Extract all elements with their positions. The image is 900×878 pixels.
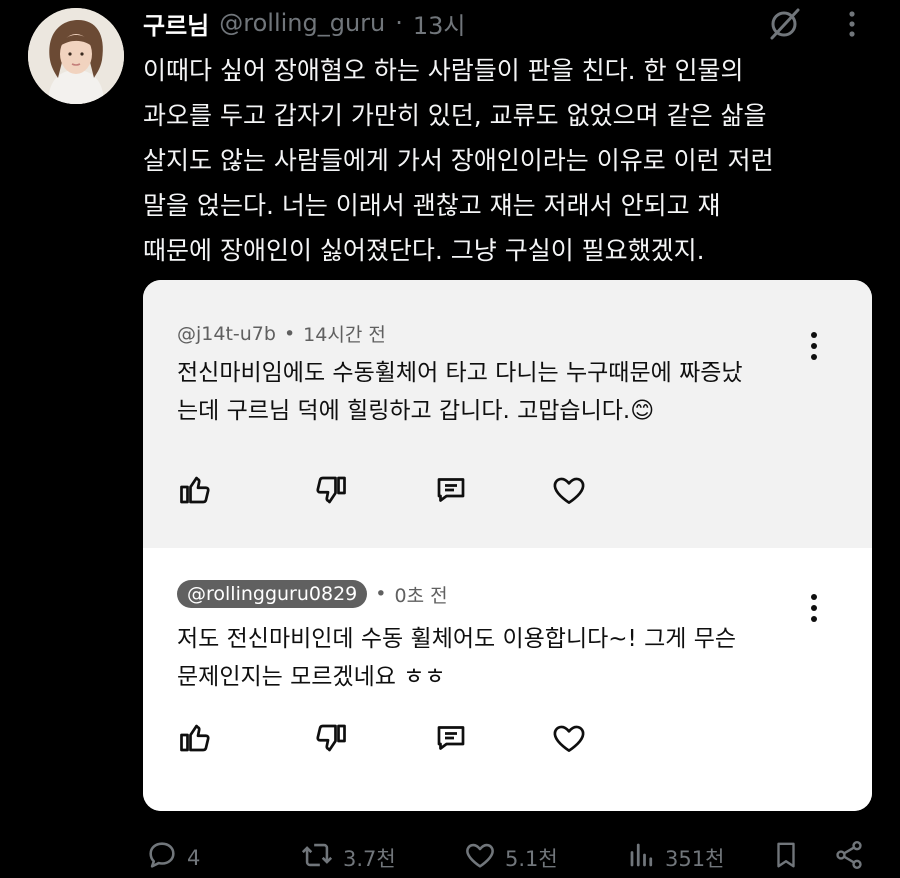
heart-icon	[549, 718, 589, 758]
share-button[interactable]	[833, 838, 865, 877]
comment-handle: @j14t-u7b	[177, 322, 276, 345]
like-icon	[463, 838, 497, 877]
comment-icon	[145, 838, 179, 877]
reply-button[interactable]: 4	[145, 838, 200, 877]
tweet-time[interactable]: 13시	[413, 6, 466, 41]
avatar-photo	[28, 8, 124, 104]
author-handle[interactable]: @rolling_guru	[219, 9, 385, 37]
avatar[interactable]	[28, 8, 124, 104]
comment-2: @rollingguru0829 • 0초 전 저도 전신마비인데 수동 휠체어…	[143, 548, 872, 811]
heart-icon	[549, 470, 589, 510]
tweet-actions-bar: 4 3.7천 5.1천 351천	[143, 838, 900, 878]
repost-icon	[299, 838, 335, 877]
separator: •	[375, 583, 387, 605]
thumbs-down-icon	[311, 470, 351, 510]
reply-count: 4	[187, 845, 201, 870]
reply-icon	[431, 470, 471, 510]
author-name[interactable]: 구르님	[143, 6, 209, 41]
comment-meta: @j14t-u7b • 14시간 전	[177, 320, 386, 347]
comment-text: 전신마비임에도 수동휠체어 타고 다니는 누구때문에 짜증났 는데 구르님 덕에…	[177, 360, 743, 424]
separator: ·	[395, 9, 403, 37]
repost-button[interactable]: 3.7천	[299, 838, 396, 877]
bookmark-button[interactable]	[771, 838, 801, 877]
thumbs-up-icon	[175, 470, 215, 510]
comment-time: 0초 전	[394, 584, 448, 607]
comment-time: 14시간 전	[303, 324, 386, 346]
comment-more-icon	[804, 594, 824, 622]
views-icon	[627, 838, 657, 877]
tweet-header: 구르님 @rolling_guru · 13시	[143, 6, 466, 40]
separator: •	[283, 322, 296, 345]
tweet-text: 이때다 싶어 장애혐오 하는 사람들이 판을 친다. 한 인물의 과오를 두고 …	[143, 56, 774, 265]
comment-1: @j14t-u7b • 14시간 전 전신마비임에도 수동휠체어 타고 다니는 …	[143, 280, 872, 548]
grok-icon[interactable]	[766, 6, 802, 46]
thumbs-up-icon	[175, 718, 215, 758]
author-pill: @rollingguru0829	[177, 580, 368, 608]
like-button[interactable]: 5.1천	[463, 838, 558, 877]
comment-meta: @rollingguru0829 • 0초 전	[177, 580, 448, 608]
bookmark-icon	[771, 838, 801, 877]
more-icon[interactable]	[842, 8, 862, 44]
repost-count: 3.7천	[343, 846, 396, 871]
comment-text: 저도 전신마비인데 수동 휠체어도 이용합니다~! 그게 무슨 문제인지는 모르…	[177, 626, 737, 690]
share-icon	[833, 838, 865, 877]
views-count: 351천	[665, 846, 725, 871]
reply-icon	[431, 718, 471, 758]
thumbs-down-icon	[311, 718, 351, 758]
embedded-screenshot-card[interactable]: @j14t-u7b • 14시간 전 전신마비임에도 수동휠체어 타고 다니는 …	[143, 280, 872, 811]
views-button[interactable]: 351천	[627, 838, 724, 877]
like-count: 5.1천	[505, 846, 558, 871]
